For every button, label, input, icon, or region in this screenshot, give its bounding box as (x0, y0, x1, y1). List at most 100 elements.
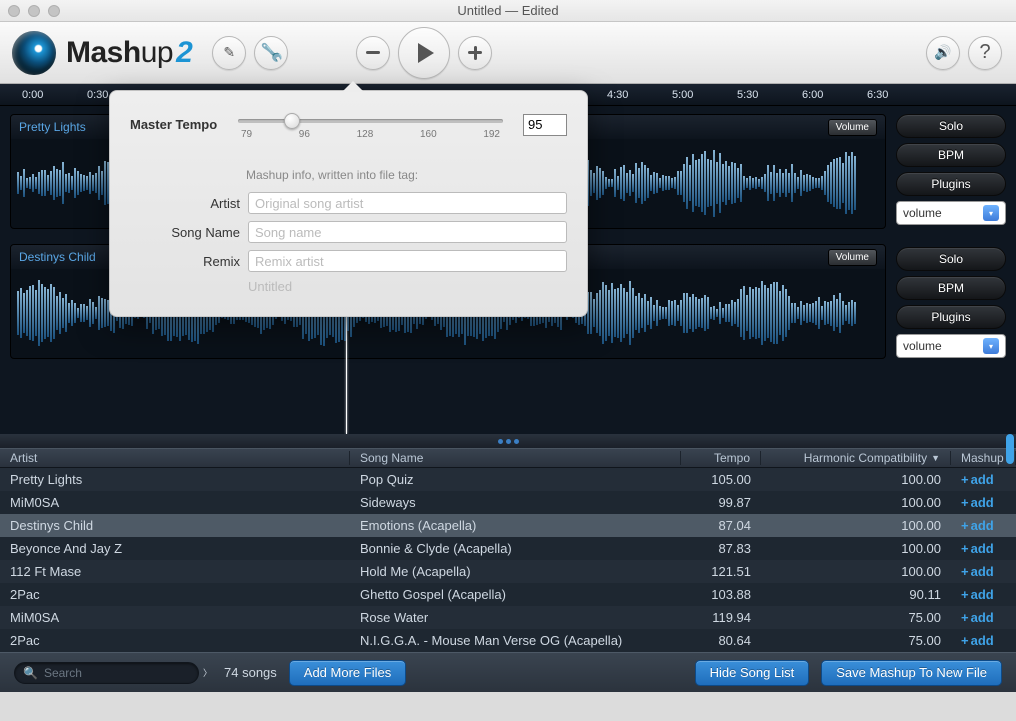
solo-button[interactable]: Solo (896, 114, 1006, 138)
volume-select[interactable]: volume▾ (896, 201, 1006, 225)
cell-artist: 2Pac (0, 587, 350, 602)
add-button[interactable]: add (961, 633, 994, 648)
slider-tick-label: 79 (241, 129, 252, 140)
header-song[interactable]: Song Name (350, 451, 681, 465)
zoom-in-button[interactable] (458, 36, 492, 70)
track-2-volume-button[interactable]: Volume (828, 249, 877, 266)
table-row[interactable]: MiM0SASideways99.87100.00 add (0, 491, 1016, 514)
add-button[interactable]: add (961, 518, 994, 533)
popover-status: Untitled (248, 279, 567, 294)
cell-harmonic: 100.00 (761, 495, 951, 510)
slider-tick-label: 96 (299, 129, 310, 140)
song-name-input[interactable] (248, 221, 567, 243)
search-box[interactable]: 🔍 (14, 662, 199, 684)
close-icon[interactable] (8, 5, 20, 17)
settings-button[interactable]: 🔧 (254, 36, 288, 70)
table-row[interactable]: Beyonce And Jay ZBonnie & Clyde (Acapell… (0, 537, 1016, 560)
app-name: Mashup2 (66, 36, 192, 70)
tempo-input[interactable] (523, 114, 567, 136)
popover-subtitle: Mashup info, written into file tag: (246, 168, 567, 182)
track-1-name: Pretty Lights (19, 120, 86, 134)
plugins-button[interactable]: Plugins (896, 305, 1006, 329)
ruler-tick: 6:30 (867, 89, 932, 101)
cell-song: Sideways (350, 495, 681, 510)
search-icon: 🔍 (23, 666, 38, 680)
bpm-button[interactable]: BPM (896, 143, 1006, 167)
cell-harmonic: 100.00 (761, 564, 951, 579)
add-button[interactable]: add (961, 587, 994, 602)
scrollbar-thumb[interactable] (1006, 434, 1014, 464)
slider-thumb[interactable] (284, 113, 300, 129)
song-name-label: Song Name (130, 225, 240, 240)
cell-tempo: 87.83 (681, 541, 761, 556)
add-button[interactable]: add (961, 541, 994, 556)
play-icon (418, 43, 434, 63)
cell-tempo: 121.51 (681, 564, 761, 579)
table-row[interactable]: 2PacGhetto Gospel (Acapella)103.8890.11 a… (0, 583, 1016, 606)
settings-popover: Master Tempo 79 96 128 160 192 Mashup info, … (109, 90, 588, 317)
ruler-tick: 4:30 (607, 89, 672, 101)
ruler-tick: 0:00 (22, 89, 87, 101)
header-artist[interactable]: Artist (0, 451, 350, 465)
plus-icon (468, 46, 482, 60)
chevron-down-icon: ▾ (983, 205, 999, 221)
clear-search-icon[interactable]: 〉 (203, 666, 212, 679)
artist-input[interactable] (248, 192, 567, 214)
add-button[interactable]: add (961, 495, 994, 510)
cell-tempo: 99.87 (681, 495, 761, 510)
logo-disc-icon (12, 31, 56, 75)
solo-button[interactable]: Solo (896, 247, 1006, 271)
add-more-files-button[interactable]: Add More Files (289, 660, 406, 686)
cell-song: Ghetto Gospel (Acapella) (350, 587, 681, 602)
new-button[interactable]: ✎ (212, 36, 246, 70)
zoom-icon[interactable] (48, 5, 60, 17)
cell-harmonic: 100.00 (761, 518, 951, 533)
header-tempo[interactable]: Tempo (681, 451, 761, 465)
cell-harmonic: 90.11 (761, 587, 951, 602)
table-row[interactable]: Destinys ChildEmotions (Acapella)87.0410… (0, 514, 1016, 537)
zoom-out-button[interactable] (356, 36, 390, 70)
cell-song: Hold Me (Acapella) (350, 564, 681, 579)
track-1-controls: Solo BPM Plugins volume▾ (896, 114, 1006, 225)
help-button[interactable]: ? (968, 36, 1002, 70)
search-input[interactable] (44, 666, 199, 680)
track-2-controls: Solo BPM Plugins volume▾ (896, 247, 1006, 358)
play-button[interactable] (398, 27, 450, 79)
add-button[interactable]: add (961, 610, 994, 625)
table-row[interactable]: 2PacN.I.G.G.A. - Mouse Man Verse OG (Aca… (0, 629, 1016, 652)
wrench-icon: 🔧 (261, 41, 282, 63)
table-row[interactable]: MiM0SARose Water119.9475.00add (0, 606, 1016, 629)
save-mashup-button[interactable]: Save Mashup To New File (821, 660, 1002, 686)
table-row[interactable]: 112 Ft MaseHold Me (Acapella)121.51100.0… (0, 560, 1016, 583)
pane-resize-handle[interactable] (0, 434, 1016, 448)
cell-tempo: 103.88 (681, 587, 761, 602)
table-row[interactable]: Pretty LightsPop Quiz105.00100.00add (0, 468, 1016, 491)
compose-icon: ✎ (223, 44, 235, 61)
remix-input[interactable] (248, 250, 567, 272)
hide-song-list-button[interactable]: Hide Song List (695, 660, 810, 686)
cell-artist: 112 Ft Mase (0, 564, 350, 579)
song-count: 74 songs (224, 665, 277, 680)
ruler-tick: 5:30 (737, 89, 802, 101)
slider-tick-label: 192 (483, 129, 500, 140)
master-tempo-label: Master Tempo (130, 117, 226, 132)
cell-artist: MiM0SA (0, 495, 350, 510)
bpm-button[interactable]: BPM (896, 276, 1006, 300)
plugins-button[interactable]: Plugins (896, 172, 1006, 196)
audio-button[interactable]: 🔊 (926, 36, 960, 70)
volume-select[interactable]: volume▾ (896, 334, 1006, 358)
add-button[interactable]: add (961, 564, 994, 579)
song-list: Artist Song Name Tempo Harmonic Compatib… (0, 434, 1016, 652)
track-1-volume-button[interactable]: Volume (828, 119, 877, 136)
minimize-icon[interactable] (28, 5, 40, 17)
header-harmonic[interactable]: Harmonic Compatibility▼ (761, 451, 951, 465)
cell-artist: Beyonce And Jay Z (0, 541, 350, 556)
remix-label: Remix (130, 254, 240, 269)
minus-icon (366, 51, 380, 54)
ruler-tick: 6:00 (802, 89, 867, 101)
tempo-slider[interactable]: 79 96 128 160 192 (238, 109, 503, 140)
slider-tick-label: 128 (357, 129, 374, 140)
ruler-tick: 5:00 (672, 89, 737, 101)
slider-tick-label: 160 (420, 129, 437, 140)
add-button[interactable]: add (961, 472, 994, 487)
